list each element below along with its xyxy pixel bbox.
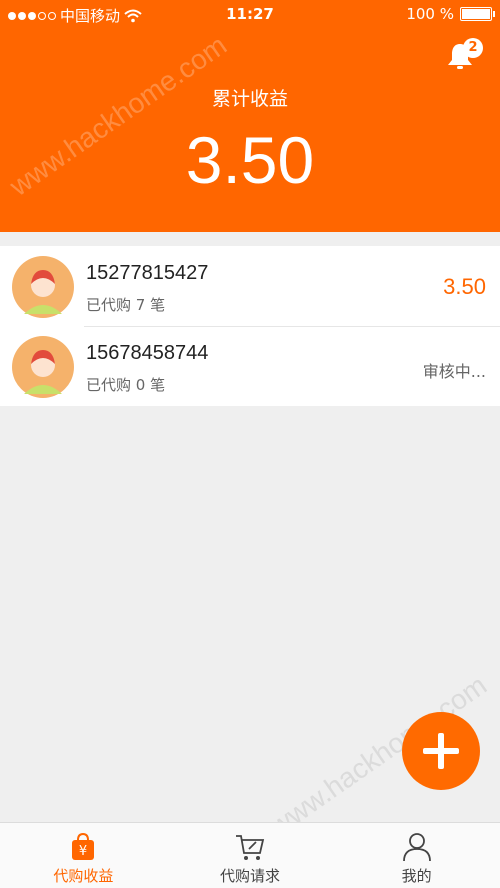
list-item[interactable]: 15678458744 已代购 0 笔 审核中... xyxy=(0,326,500,406)
svg-text:¥: ¥ xyxy=(79,844,87,859)
buyer-list: 15277815427 已代购 7 笔 3.50 15678458744 已代购… xyxy=(0,246,500,406)
phone-number: 15678458744 xyxy=(86,342,209,364)
avatar xyxy=(12,256,74,318)
purchase-count: 已代购 0 笔 xyxy=(86,376,166,394)
tab-me[interactable]: 我的 xyxy=(333,823,500,888)
cumulative-earnings-value: 3.50 xyxy=(185,123,315,197)
user-icon xyxy=(402,833,431,862)
earnings-header: 中国移动 11:27 100 % 2 累计收益 3.50 www.hackhom… xyxy=(0,0,500,232)
tab-label: 代购收益 xyxy=(53,867,114,885)
earnings-amount: 3.50 xyxy=(443,274,486,299)
phone-number: 15277815427 xyxy=(86,262,209,284)
cumulative-earnings-label: 累计收益 xyxy=(211,88,288,110)
review-status: 审核中... xyxy=(422,362,486,381)
notification-badge: 2 xyxy=(463,38,483,58)
cart-icon xyxy=(236,835,265,860)
avatar xyxy=(12,336,74,398)
shopping-bag-yen-icon: ¥ xyxy=(72,832,95,860)
tab-purchase-requests[interactable]: 代购请求 xyxy=(167,823,334,888)
add-button[interactable] xyxy=(402,712,480,790)
status-bar: 中国移动 11:27 100 % xyxy=(0,0,500,28)
battery-icon xyxy=(460,7,495,21)
plus-icon xyxy=(423,733,459,769)
tab-label: 代购请求 xyxy=(220,867,281,885)
tab-purchase-earnings[interactable]: ¥ 代购收益 xyxy=(0,823,167,888)
list-item[interactable]: 15277815427 已代购 7 笔 3.50 xyxy=(0,246,500,326)
tab-label: 我的 xyxy=(401,867,432,885)
purchase-count: 已代购 7 笔 xyxy=(86,296,166,314)
battery-percent: 100 % xyxy=(406,5,454,23)
tab-bar: ¥ 代购收益 代购请求 我的 xyxy=(0,822,500,888)
